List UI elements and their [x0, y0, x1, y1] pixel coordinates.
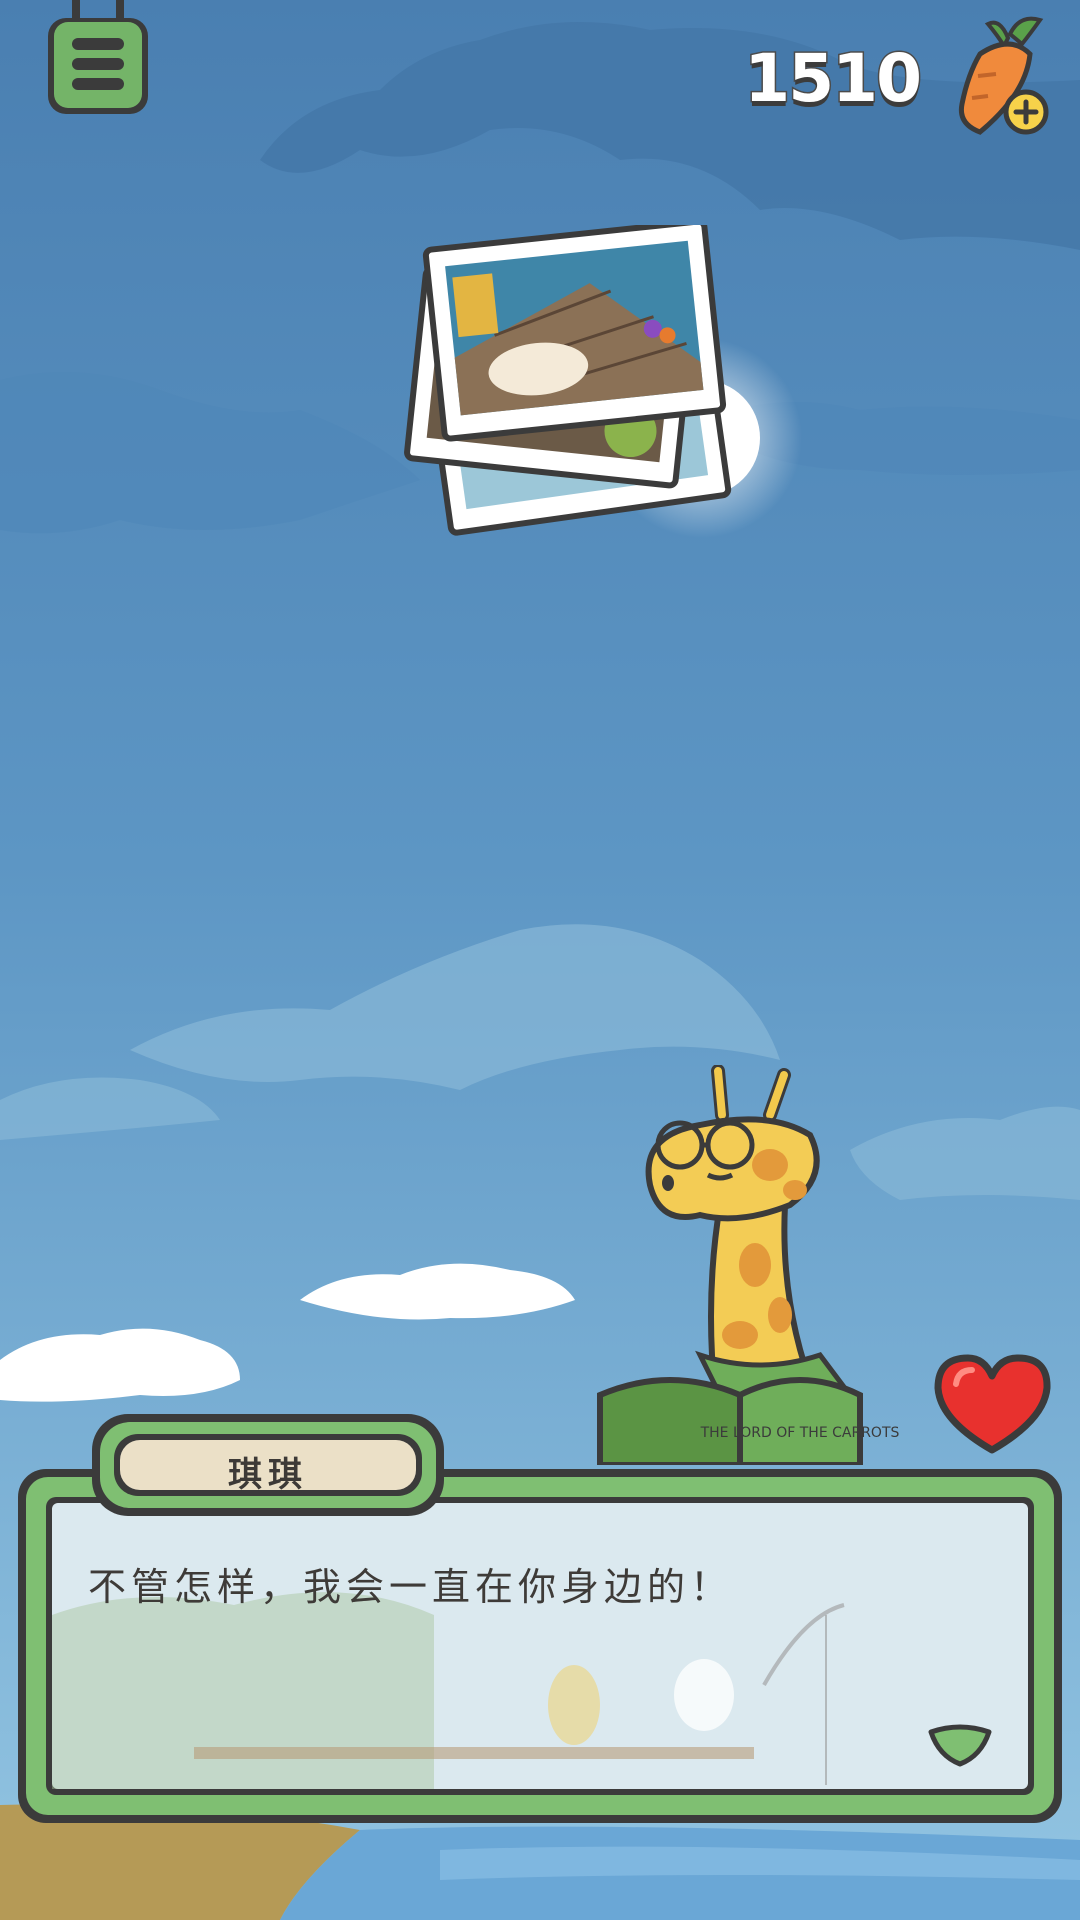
- book-cover-text: THE LORD OF THE CARROTS: [700, 1425, 900, 1441]
- menu-list-icon: [48, 0, 148, 114]
- book: THE LORD OF THE CARROTS: [597, 1377, 900, 1465]
- favorite-button[interactable]: [930, 1350, 1055, 1460]
- speaker-name: 琪琪: [228, 1455, 308, 1495]
- photo-album-button[interactable]: [395, 225, 775, 545]
- carrot-shop-button[interactable]: [950, 14, 1060, 139]
- carrot-count: 1510: [743, 39, 924, 119]
- menu-button[interactable]: [42, 0, 154, 122]
- next-arrow-icon: [928, 1724, 992, 1767]
- carrot-plus-icon: [958, 16, 1049, 135]
- dialog-next-button[interactable]: [925, 1722, 995, 1768]
- dialog-text: 不管怎样，我会一直在你身边的！: [88, 1565, 734, 1609]
- heart-icon: [934, 1354, 1051, 1454]
- photo-stack-icon: [404, 225, 732, 536]
- giraffe-character: THE LORD OF THE CARROTS: [597, 1065, 900, 1465]
